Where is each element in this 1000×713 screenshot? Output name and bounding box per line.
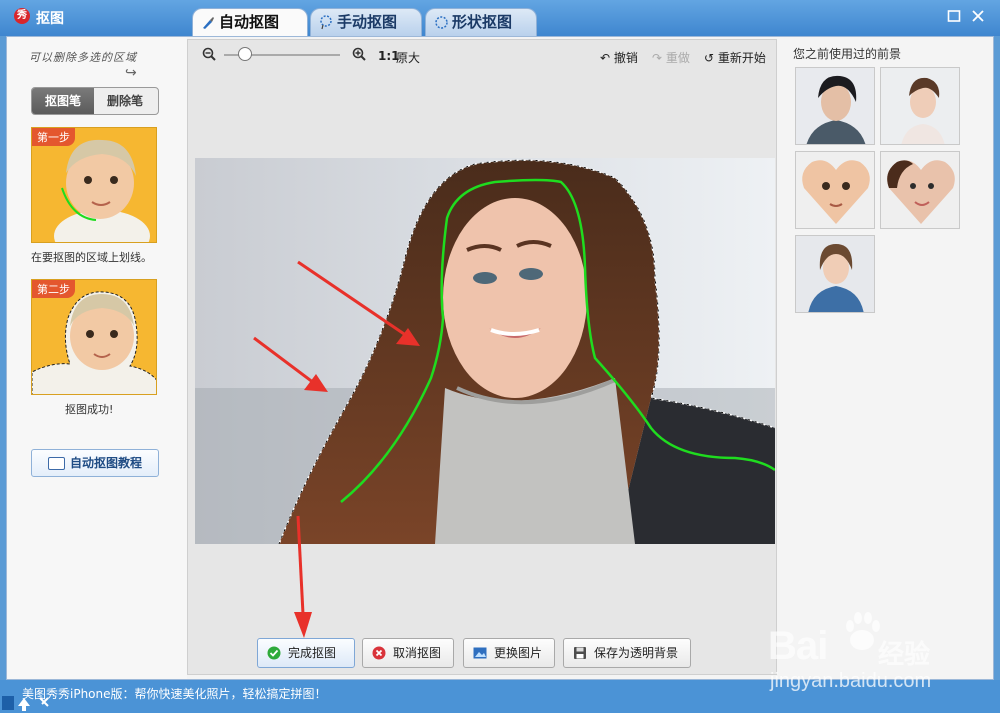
shape-icon	[435, 16, 448, 29]
replace-image-label: 更换图片	[494, 646, 543, 660]
left-panel: 可以删除多选的区域 ↪ 抠图笔 删除笔 第一步 在要抠图的区域上划线。 第二步 …	[7, 37, 187, 679]
mode-switch: 抠图笔 删除笔	[31, 87, 159, 115]
heart-woman-image	[881, 152, 959, 228]
history-thumbnail[interactable]	[795, 67, 875, 145]
step2-badge: 第二步	[32, 280, 75, 298]
cancel-cutout-label: 取消抠图	[393, 646, 442, 660]
eraser-hint: 可以删除多选的区域	[29, 51, 137, 64]
watermark-brand: Bai	[768, 624, 828, 668]
man-portrait-image	[796, 68, 874, 144]
foreground-history-panel: 您之前使用过的前景	[785, 37, 993, 679]
history-thumbnail[interactable]	[795, 151, 875, 229]
brush-mode-button[interactable]: 抠图笔	[32, 88, 94, 114]
tab-label: 形状抠图	[452, 13, 513, 31]
close-icon	[972, 10, 984, 22]
taskbar-icons	[2, 696, 49, 711]
title-bar: 秀 抠图 自动抠图 手动抠图 形状抠图	[0, 0, 1000, 36]
hint-arrow-icon: ↪	[125, 65, 137, 81]
watermark-url: jingyan.baidu.com	[770, 670, 932, 692]
app-logo-icon: 秀	[14, 8, 30, 24]
step2-caption: 抠图成功!	[65, 403, 114, 416]
cancel-cutout-button[interactable]: 取消抠图	[362, 638, 454, 668]
history-thumbnail[interactable]	[880, 151, 960, 229]
maximize-button[interactable]	[946, 9, 962, 25]
finish-cutout-button[interactable]: 完成抠图	[257, 638, 355, 668]
paw-logo-icon	[846, 612, 880, 650]
maximize-icon	[947, 10, 961, 22]
cancel-icon	[372, 646, 386, 660]
woman-portrait-image	[881, 68, 959, 144]
status-message[interactable]: 美图秀秀iPhone版：帮你快速美化照片，轻松搞定拼图！	[22, 685, 327, 702]
tab-manual-cutout[interactable]: 手动抠图	[310, 8, 422, 36]
step2-illustration: 第二步	[31, 279, 157, 395]
tab-shape-cutout[interactable]: 形状抠图	[425, 8, 537, 36]
window-title: 抠图	[36, 11, 64, 27]
step1-caption: 在要抠图的区域上划线。	[31, 251, 152, 264]
save-transparent-button[interactable]: 保存为透明背景	[563, 638, 691, 668]
annotation-arrows	[253, 260, 420, 638]
step1-badge: 第一步	[32, 128, 75, 146]
history-title: 您之前使用过的前景	[793, 47, 902, 61]
replace-image-button[interactable]: 更换图片	[463, 638, 555, 668]
brush-icon	[203, 17, 214, 29]
save-transparent-label: 保存为透明背景	[594, 646, 679, 660]
step1-illustration: 第一步	[31, 127, 157, 243]
eraser-mode-button[interactable]: 删除笔	[94, 88, 156, 114]
dialog-body: 可以删除多选的区域 ↪ 抠图笔 删除笔 第一步 在要抠图的区域上划线。 第二步 …	[6, 36, 994, 680]
lasso-icon	[320, 15, 332, 30]
heart-baby-image	[796, 152, 874, 228]
close-button[interactable]	[970, 9, 986, 25]
baidu-watermark: Bai 经验 jingyan.baidu.com	[768, 600, 968, 700]
history-thumbnail[interactable]	[795, 235, 875, 313]
tab-auto-cutout[interactable]: 自动抠图	[192, 8, 308, 36]
tutorial-button[interactable]: 自动抠图教程	[31, 449, 159, 477]
watermark-suffix: 经验	[878, 640, 931, 670]
woman-denim-image	[796, 236, 874, 312]
image-icon	[473, 647, 487, 659]
tutorial-button-label: 自动抠图教程	[70, 456, 143, 470]
check-icon	[267, 646, 281, 660]
tab-label: 手动抠图	[337, 13, 398, 31]
work-area: 1:1 原大 ↶ 撤销 ↷ 重做 ↺ 重新开始 完成抠图 取消抠图 更换图片 保…	[187, 39, 777, 675]
tab-label: 自动抠图	[219, 13, 280, 31]
book-icon	[48, 457, 65, 470]
save-icon	[574, 647, 586, 659]
finish-cutout-label: 完成抠图	[288, 646, 337, 660]
history-thumbnail[interactable]	[880, 67, 960, 145]
